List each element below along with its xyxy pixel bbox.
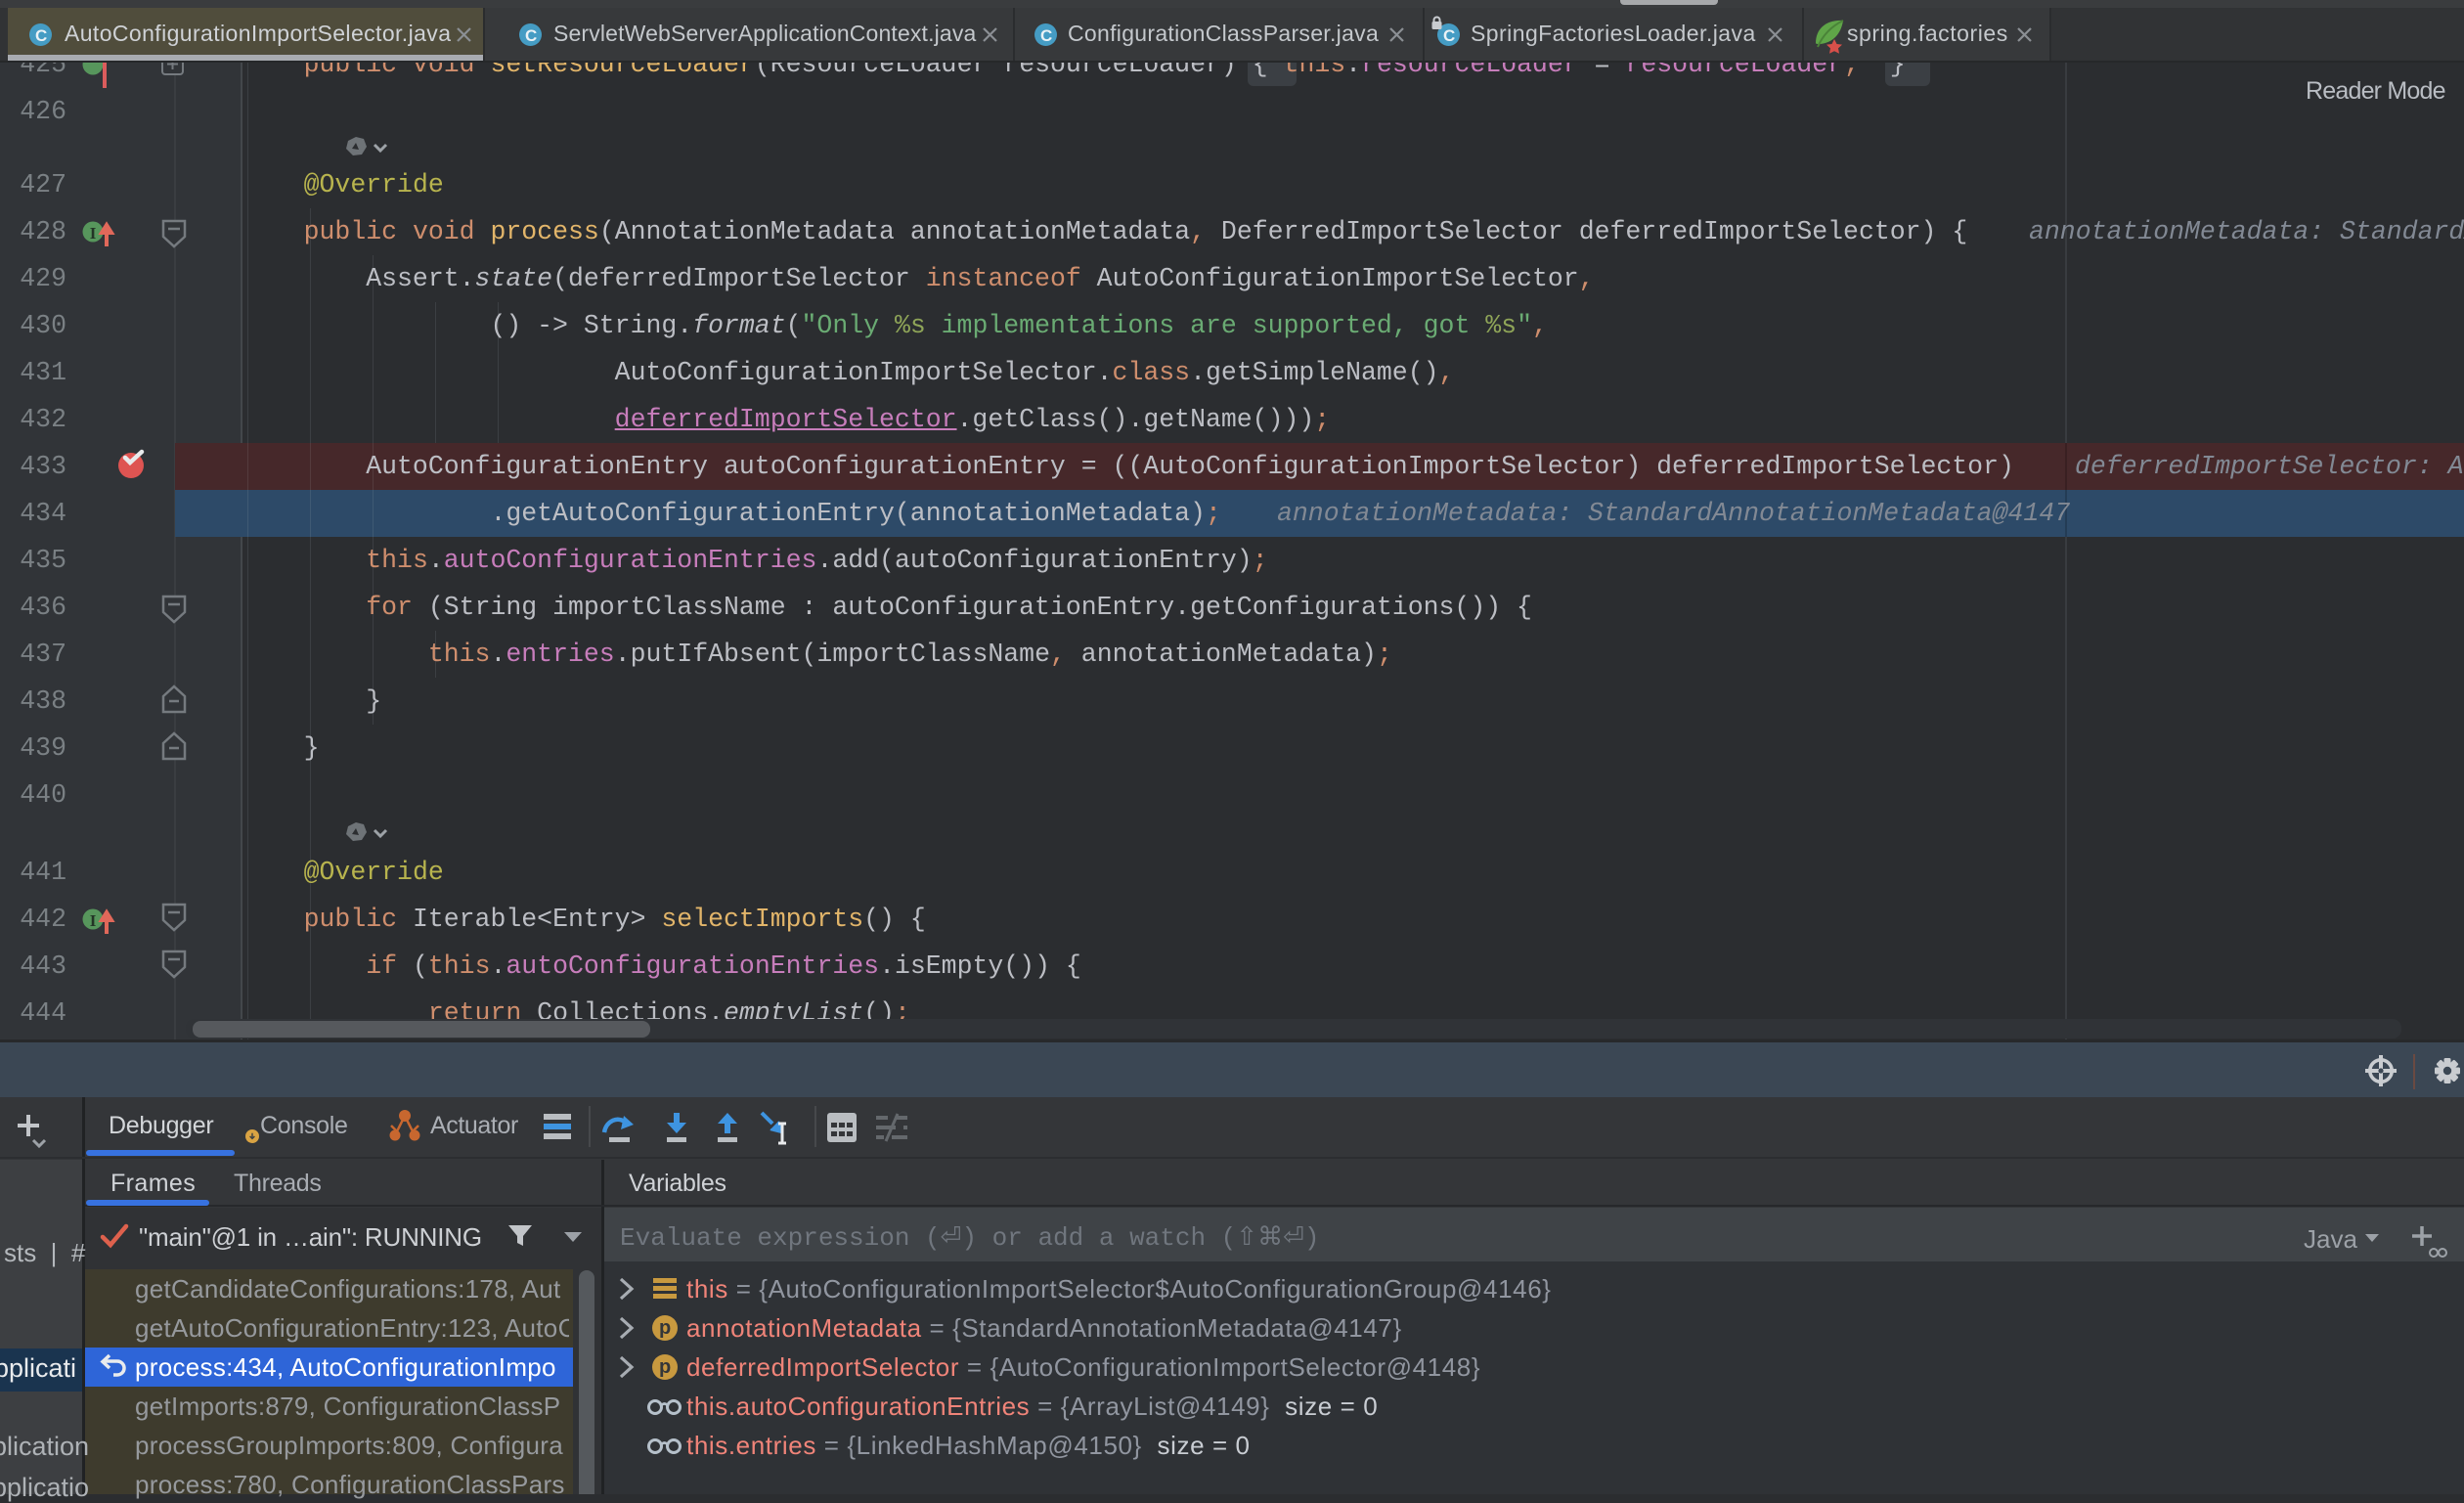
svg-text:I: I (90, 224, 97, 243)
svg-text:I: I (90, 911, 97, 930)
